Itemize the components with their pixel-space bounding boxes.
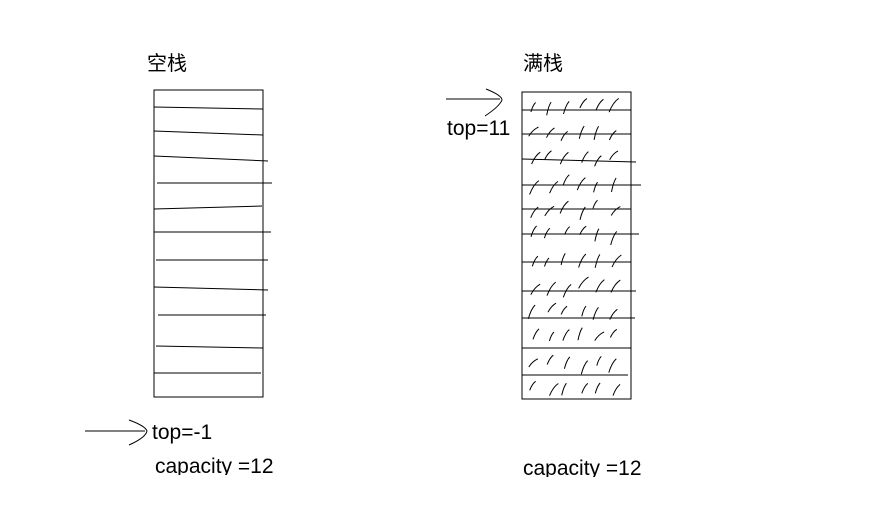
scribble-stroke [560, 253, 566, 266]
full-stack-slot-lines [521, 109, 641, 376]
scribble-stroke [608, 130, 617, 141]
scribble-stroke [594, 228, 600, 242]
scribble-stroke [594, 331, 605, 341]
scribble-stroke [549, 383, 559, 396]
empty-stack-slot-line [153, 155, 269, 162]
scribble-stroke [563, 100, 570, 115]
scribble-stroke [546, 354, 554, 365]
scribble-stroke [594, 254, 601, 268]
full-stack-slot-line [521, 158, 637, 163]
scribble-stroke [544, 150, 552, 160]
scribble-stroke [610, 206, 621, 216]
scribble-stroke [529, 380, 536, 391]
scribble-stroke [561, 382, 567, 396]
scribble-stroke [549, 180, 559, 194]
scribble-stroke [546, 127, 555, 138]
scribble-stroke [596, 355, 602, 366]
empty-stack-box [153, 89, 272, 398]
full-stack-capacity-label: capacity =12 [523, 458, 642, 477]
scribble-stroke [581, 305, 587, 317]
scribble-stroke [580, 360, 588, 375]
scribble-stroke [548, 331, 555, 342]
scribble-stroke [527, 304, 536, 320]
empty-stack-title: 空栈 [147, 53, 187, 75]
scribble-stroke [592, 199, 598, 209]
scribble-stroke [560, 305, 568, 315]
full-stack-filled-scribbles [527, 97, 622, 396]
scribble-stroke [562, 174, 570, 185]
scribble-stroke [559, 151, 569, 165]
scribble-stroke [594, 382, 601, 394]
scribble-stroke [579, 98, 588, 109]
scribble-stroke [593, 181, 599, 193]
scribble-stroke [528, 358, 539, 368]
empty-stack-slot-line [153, 205, 263, 210]
scribble-stroke [611, 254, 622, 268]
empty-top-arrow-icon [85, 419, 148, 446]
scribble-stroke [531, 255, 539, 267]
scribble-stroke [544, 205, 555, 217]
scribble-stroke [532, 328, 540, 340]
scribble-stroke [609, 328, 618, 338]
scribble-stroke [531, 151, 541, 165]
scribble-stroke [581, 383, 589, 394]
empty-stack-slot-line [153, 286, 269, 291]
scribble-stroke [577, 327, 583, 341]
scribble-stroke [529, 180, 540, 195]
scribble-stroke [578, 125, 585, 139]
scribble-stroke [530, 225, 537, 237]
scribble-stroke [612, 384, 621, 396]
scribble-stroke [528, 126, 539, 137]
scribble-stroke [562, 329, 570, 341]
scribble-stroke [560, 130, 568, 141]
scribble-stroke [547, 302, 557, 313]
scribble-stroke [609, 150, 619, 160]
scribble-stroke [564, 226, 571, 235]
full-stack-box [521, 91, 641, 400]
scribble-stroke [543, 227, 551, 239]
empty-stack-slot-lines [153, 106, 272, 374]
scribble-stroke [530, 102, 536, 113]
full-top-arrow-icon [446, 88, 503, 117]
full-stack-outline [521, 91, 632, 400]
stack-diagram-canvas [85, 88, 641, 446]
scribble-stroke [559, 200, 569, 214]
scribble-stroke [563, 356, 571, 369]
empty-stack-slot-line [153, 130, 264, 136]
scribble-stroke [546, 101, 552, 116]
scribble-stroke [608, 358, 617, 373]
scribble-stroke [576, 177, 586, 191]
scribble-stroke [610, 231, 618, 246]
scribble-stroke [546, 281, 557, 296]
empty-stack-slot-line [153, 106, 264, 110]
empty-stack-top-pointer-label: top=-1 [152, 421, 213, 444]
scribble-stroke [530, 283, 541, 295]
full-stack-title: 满栈 [523, 53, 563, 75]
scribble-stroke [578, 276, 589, 289]
empty-stack-slot-line [155, 345, 264, 349]
empty-stack-outline [153, 89, 264, 398]
scribble-stroke [595, 279, 605, 293]
scribble-stroke [593, 126, 600, 140]
scribble-stroke [578, 253, 587, 268]
empty-stack-capacity-label: capacity =12 [155, 456, 274, 475]
scribble-stroke [595, 98, 604, 111]
full-stack-top-pointer-label: top=11 [447, 117, 511, 140]
